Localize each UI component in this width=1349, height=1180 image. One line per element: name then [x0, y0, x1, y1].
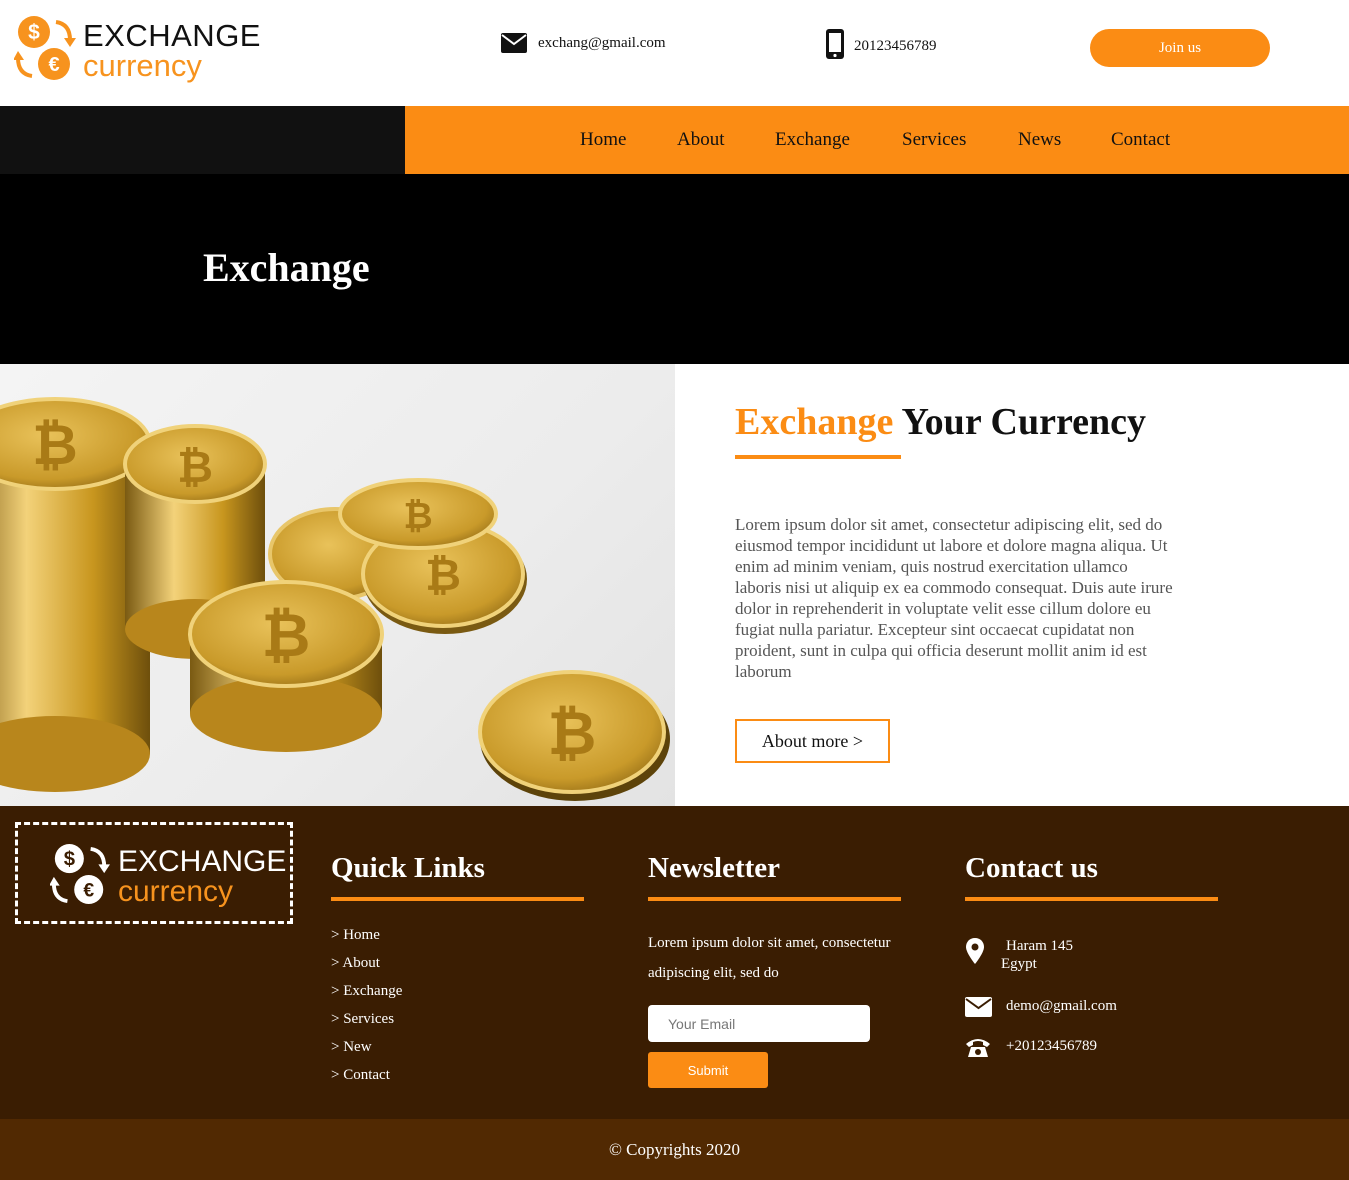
section-title-underline — [735, 455, 901, 459]
currency-exchange-icon: $ € — [50, 844, 110, 905]
contact-address-line1: Haram 145 — [1006, 938, 1074, 954]
quick-links-underline — [331, 897, 584, 901]
contact-phone[interactable]: +20123456789 — [965, 1037, 1097, 1059]
nav-item-home[interactable]: Home — [580, 129, 626, 151]
coins-illustration: ₿ ₿ ₿ ₿ ₿ ₿ — [0, 397, 670, 801]
section-title: Exchange Your Currency — [735, 400, 1146, 444]
quick-link-new[interactable]: > New — [331, 1039, 372, 1056]
svg-text:₿: ₿ — [32, 413, 78, 476]
svg-text:$: $ — [64, 848, 76, 870]
svg-text:₿: ₿ — [425, 551, 461, 600]
quick-link-about[interactable]: > About — [331, 955, 380, 972]
contact-underline — [965, 897, 1218, 901]
svg-text:₿: ₿ — [403, 495, 432, 536]
newsletter-underline — [648, 897, 901, 901]
svg-text:€: € — [48, 54, 59, 76]
bitcoin-coins-image: ₿ ₿ ₿ ₿ ₿ ₿ — [0, 364, 675, 806]
header-phone[interactable]: 20123456789 — [826, 29, 937, 59]
brand-logo[interactable]: $ € EXCHANGE currency — [14, 14, 260, 86]
quick-link-services[interactable]: > Services — [331, 1011, 394, 1028]
nav-item-about[interactable]: About — [677, 129, 725, 151]
brand-tagline: currency — [83, 48, 202, 83]
nav-left-bar — [0, 106, 405, 174]
footer-brand-name: EXCHANGE — [118, 845, 287, 878]
contact-title: Contact us — [965, 852, 1098, 884]
content-section: Exchange Your Currency Lorem ipsum dolor… — [675, 364, 1349, 806]
quick-links-title: Quick Links — [331, 852, 485, 884]
newsletter-text: Lorem ipsum dolor sit amet, consectetur … — [648, 935, 891, 981]
quick-link-exchange[interactable]: > Exchange — [331, 983, 402, 1000]
section-title-rest: Your Currency — [901, 401, 1146, 443]
header-email[interactable]: exchang@gmail.com — [501, 33, 666, 53]
contact-phone-text: +20123456789 — [1006, 1038, 1097, 1054]
page-title: Exchange — [203, 245, 370, 290]
newsletter-email-input[interactable] — [648, 1005, 870, 1042]
header-email-text: exchang@gmail.com — [538, 34, 666, 51]
envelope-icon — [501, 33, 527, 53]
footer-logo[interactable]: $ € EXCHANGE currency — [15, 822, 293, 924]
section-body-text: Lorem ipsum dolor sit amet, consectetur … — [735, 515, 1173, 681]
map-pin-icon — [966, 938, 984, 964]
newsletter-title: Newsletter — [648, 852, 781, 884]
section-title-accent: Exchange — [735, 401, 894, 443]
svg-text:€: € — [83, 879, 94, 901]
main-nav — [405, 106, 1349, 174]
svg-text:$: $ — [28, 21, 40, 44]
svg-text:₿: ₿ — [548, 700, 597, 767]
contact-email-text: demo@gmail.com — [1006, 998, 1117, 1014]
footer: $ € EXCHANGE currency Quick Links > Home… — [0, 806, 1349, 1119]
quick-link-home[interactable]: > Home — [331, 927, 380, 944]
nav-item-services[interactable]: Services — [902, 129, 966, 151]
copyright-bar: © Copyrights 2020 — [0, 1119, 1349, 1180]
join-us-button[interactable]: Join us — [1090, 29, 1270, 67]
top-header: $ € EXCHANGE currency exchang@gmail.com … — [0, 0, 1349, 106]
nav-item-contact[interactable]: Contact — [1111, 129, 1170, 151]
nav-item-news[interactable]: News — [1018, 129, 1061, 151]
envelope-icon — [965, 997, 992, 1017]
footer-brand-tagline: currency — [118, 875, 234, 908]
currency-exchange-icon: $ € — [14, 16, 76, 80]
page-banner: Exchange — [0, 174, 1349, 364]
telephone-icon — [966, 1039, 990, 1057]
header-phone-text: 20123456789 — [854, 37, 937, 54]
contact-email[interactable]: demo@gmail.com — [965, 997, 1117, 1017]
copyright-text: © Copyrights 2020 — [609, 1139, 740, 1159]
mobile-phone-icon — [826, 29, 844, 59]
brand-name: EXCHANGE — [83, 18, 261, 53]
contact-address-line2: Egypt — [1001, 956, 1037, 972]
newsletter-submit-button[interactable]: Submit — [648, 1052, 768, 1088]
svg-text:₿: ₿ — [262, 602, 311, 669]
svg-text:₿: ₿ — [177, 443, 213, 492]
contact-address: Haram 145 Egypt — [965, 937, 1073, 973]
quick-link-contact[interactable]: > Contact — [331, 1067, 390, 1084]
nav-item-exchange[interactable]: Exchange — [775, 129, 850, 151]
about-more-button[interactable]: About more > — [735, 719, 890, 763]
